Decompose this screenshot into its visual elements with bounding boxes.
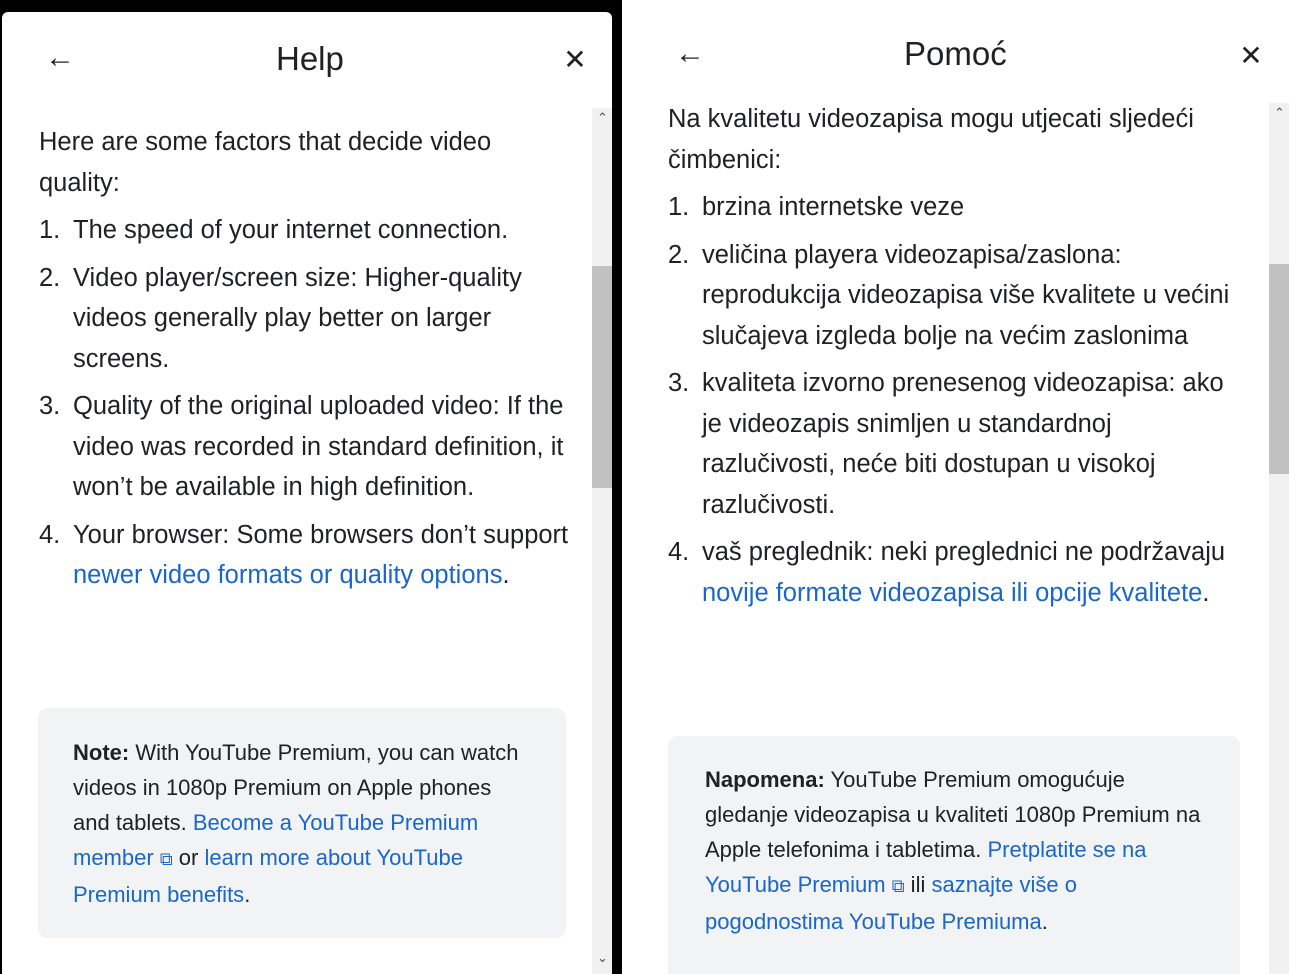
- list-text: Your browser: Some browsers don’t suppor…: [73, 520, 569, 549]
- note-label: Note:: [73, 740, 130, 765]
- scrollbar-thumb[interactable]: [1269, 264, 1289, 474]
- note-label: Napomena:: [705, 767, 825, 792]
- list-item: 2. Video player/screen size: Higher-quali…: [39, 258, 569, 380]
- list-number: 2.: [39, 263, 61, 292]
- note-text: or: [172, 845, 205, 870]
- intro-paragraph: Na kvalitetu videozapisa mogu utjecati s…: [668, 105, 1194, 174]
- back-arrow-icon[interactable]: ←: [670, 34, 710, 74]
- factors-list: 1. brzina internetske veze 2. veličina pla…: [668, 187, 1248, 613]
- scrollbar-thumb[interactable]: [592, 266, 612, 488]
- list-item: 3. kvaliteta izvorno prenesenog videozapi…: [668, 363, 1248, 525]
- list-text: vaš preglednik: neki preglednici ne podr…: [702, 538, 1226, 566]
- help-panel-croatian: ← Pomoć ✕ ⌃ Na kvalitetu videozapisa mog…: [622, 0, 1289, 974]
- note-box: Note: With YouTube Premium, you can watc…: [38, 708, 566, 938]
- scroll-up-icon[interactable]: ⌃: [597, 110, 608, 126]
- note-text-end: .: [244, 882, 251, 907]
- list-number: 4.: [668, 538, 690, 566]
- list-item: 4. vaš preglednik: neki preglednici ne po…: [668, 532, 1248, 613]
- list-text: kvaliteta izvorno prenesenog videozapisa…: [702, 369, 1224, 519]
- list-text-end: .: [1202, 578, 1210, 607]
- note-text-end: .: [1041, 909, 1048, 934]
- list-item: 1. The speed of your internet connection.: [39, 210, 569, 251]
- list-item: 3. Quality of the original uploaded video…: [39, 386, 569, 508]
- list-text: The speed of your internet connection.: [73, 216, 509, 244]
- list-number: 1.: [668, 193, 690, 221]
- list-text: brzina internetske veze: [702, 193, 965, 221]
- scroll-down-icon[interactable]: ⌄: [597, 950, 608, 966]
- back-arrow-icon[interactable]: ←: [40, 38, 80, 78]
- list-item: 1. brzina internetske veze: [668, 187, 1248, 228]
- article-content: Na kvalitetu videozapisa mogu utjecati s…: [668, 99, 1248, 613]
- scrollbar-track[interactable]: [592, 108, 612, 974]
- close-icon[interactable]: ✕: [555, 40, 595, 80]
- panel-title: Pomoć: [904, 35, 1007, 72]
- list-text: veličina playera videozapisa/zaslona: re…: [702, 240, 1230, 350]
- list-item: 2. veličina playera videozapisa/zaslona: …: [668, 235, 1248, 357]
- external-link-icon: ⧉: [891, 876, 905, 896]
- close-icon[interactable]: ✕: [1231, 36, 1271, 76]
- article-content: Here are some factors that decide video …: [39, 122, 569, 596]
- note-box: Napomena: YouTube Premium omogućuje gled…: [668, 736, 1240, 974]
- note-text: ili: [904, 872, 932, 897]
- panel-title: Help: [276, 40, 344, 77]
- factors-list: 1. The speed of your internet connection.…: [39, 210, 569, 596]
- list-number: 3.: [39, 392, 61, 420]
- list-number: 2.: [668, 240, 690, 269]
- video-formats-link[interactable]: novije formate videozapisa ili opcije kv…: [702, 579, 1202, 607]
- external-link-icon: ⧉: [159, 849, 173, 869]
- help-panel-english: ← Help ✕ ⌃ ⌄ Here are some factors that …: [2, 12, 612, 974]
- intro-paragraph: Here are some factors that decide video …: [39, 128, 492, 197]
- list-number: 1.: [39, 216, 61, 244]
- scroll-up-icon[interactable]: ⌃: [1274, 105, 1285, 121]
- list-number: 3.: [668, 369, 690, 397]
- list-text: Quality of the original uploaded video: …: [73, 392, 564, 501]
- list-number: 4.: [39, 520, 61, 549]
- list-text: Video player/screen size: Higher-quality…: [73, 263, 522, 373]
- list-text-end: .: [502, 561, 510, 589]
- video-formats-link[interactable]: newer video formats or quality options: [73, 561, 502, 589]
- list-item: 4. Your browser: Some browsers don’t supp…: [39, 515, 569, 596]
- scrollbar-track[interactable]: [1269, 103, 1289, 974]
